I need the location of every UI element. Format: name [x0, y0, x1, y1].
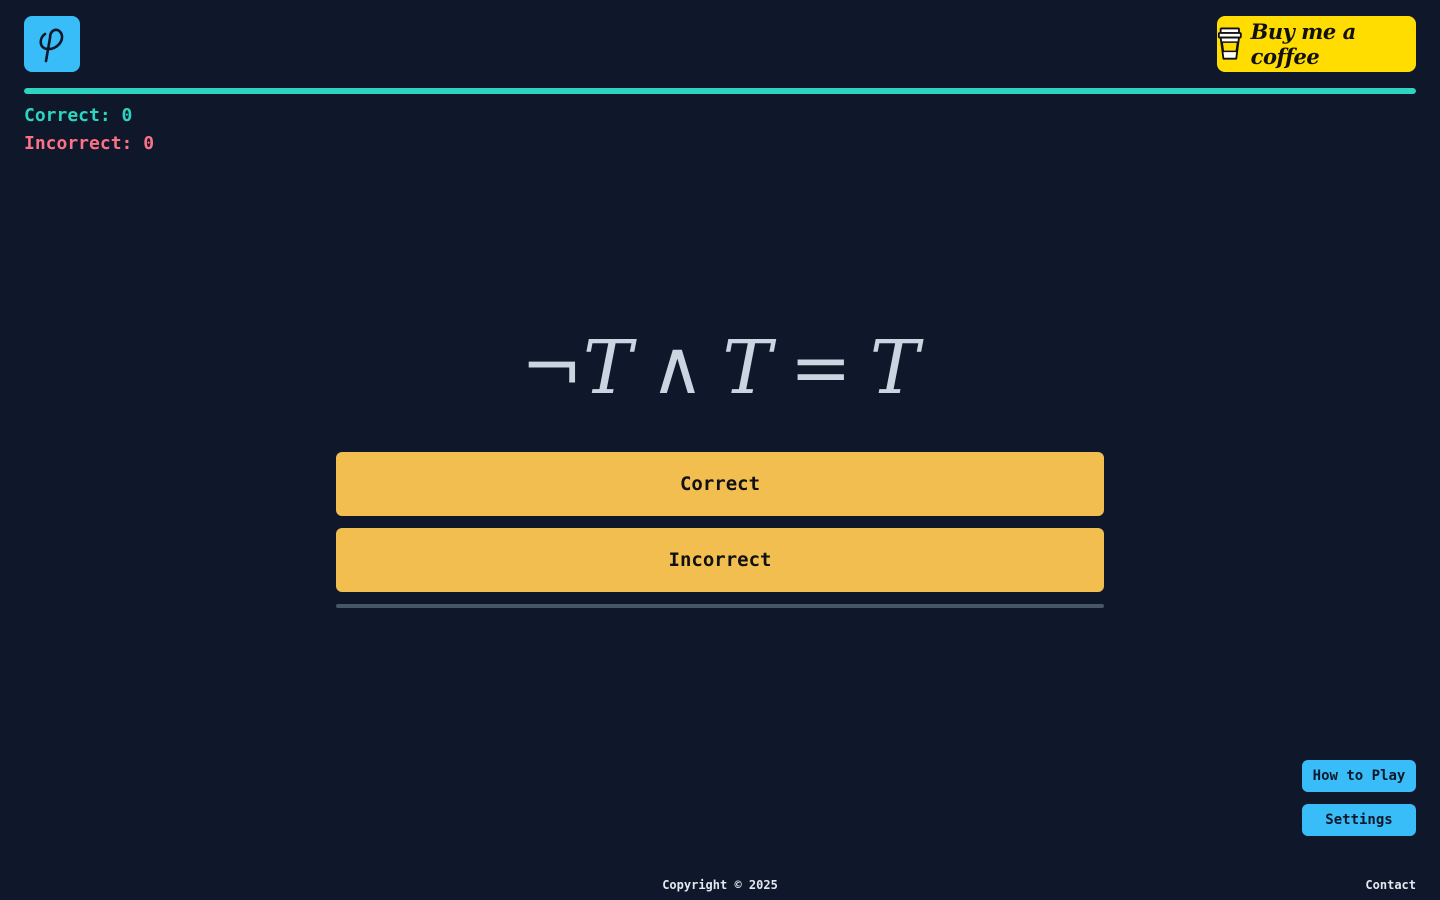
buy-me-a-coffee-button[interactable]: Buy me a coffee: [1217, 16, 1416, 72]
incorrect-score-value: 0: [143, 133, 155, 154]
timer-bar: [336, 604, 1104, 608]
coffee-cup-icon: [1217, 27, 1242, 60]
timer-bar-fill: [336, 604, 1104, 608]
correct-answer-button[interactable]: Correct: [336, 452, 1104, 516]
operand-right: T: [722, 325, 772, 411]
logic-expression: ¬T ∧ T = T: [0, 318, 1440, 418]
contact-link[interactable]: Contact: [1365, 876, 1416, 894]
copyright-text: Copyright © 2025: [662, 878, 778, 892]
logo-button[interactable]: [24, 16, 80, 72]
negation-symbol: ¬: [520, 325, 583, 411]
incorrect-answer-button[interactable]: Incorrect: [336, 528, 1104, 592]
settings-button[interactable]: Settings: [1302, 804, 1416, 836]
buy-me-a-coffee-label: Buy me a coffee: [1250, 19, 1357, 69]
result-value: T: [869, 325, 920, 411]
incorrect-score-label: Incorrect:: [24, 133, 144, 154]
correct-score: Correct: 0: [24, 104, 132, 128]
app-root: Buy me a coffee Correct: 0 Incorrect: 0 …: [0, 0, 1440, 900]
phi-logo-icon: [39, 28, 64, 63]
correct-score-label: Correct:: [24, 105, 122, 126]
equals-sign: =: [789, 325, 852, 411]
progress-bar-fill: [24, 88, 1416, 94]
how-to-play-button[interactable]: How to Play: [1302, 760, 1416, 792]
incorrect-score: Incorrect: 0: [24, 132, 154, 156]
and-operator: ∧: [650, 325, 705, 411]
progress-bar: [24, 88, 1416, 94]
correct-score-value: 0: [121, 105, 133, 126]
operand-left: T: [582, 325, 633, 411]
